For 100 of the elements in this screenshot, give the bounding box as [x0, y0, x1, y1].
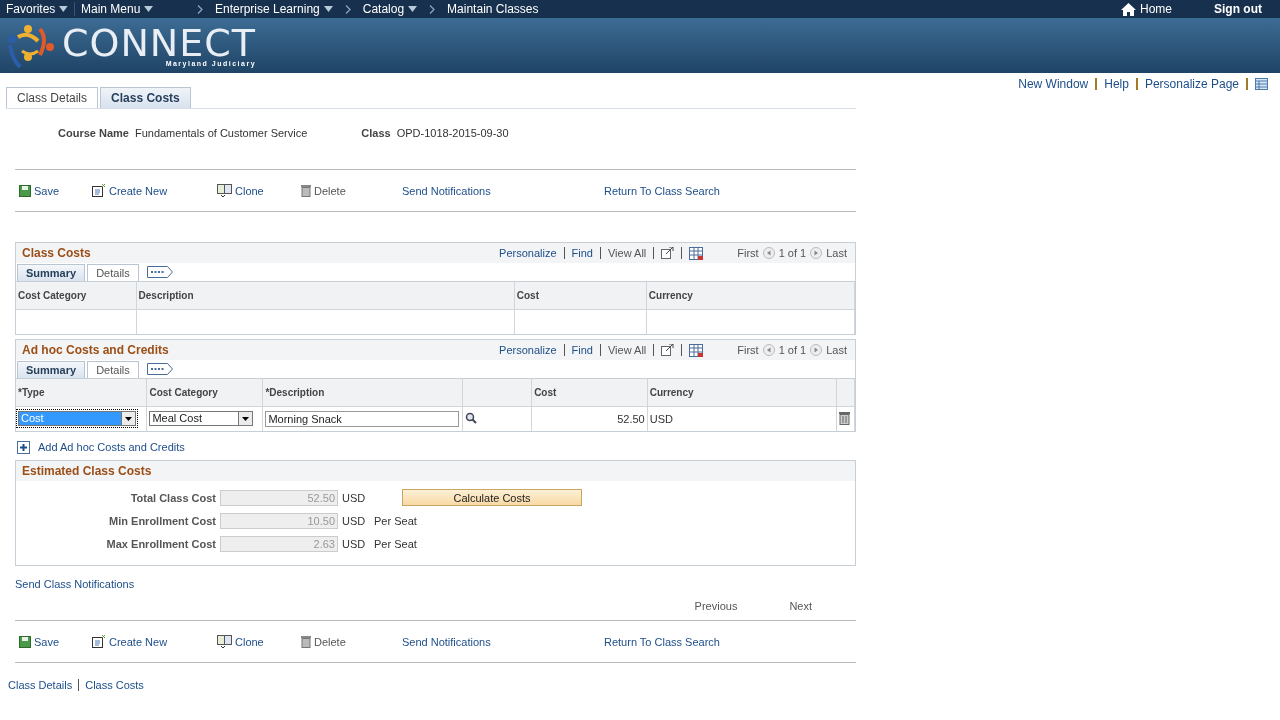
- grid-tab[interactable]: Summary: [17, 360, 86, 378]
- currency-label: USD: [341, 515, 367, 527]
- first-label: First: [737, 344, 759, 356]
- column-header: Cost Category: [146, 379, 263, 406]
- find-link[interactable]: Find: [571, 247, 593, 259]
- readonly-field: 52.50: [220, 489, 338, 506]
- field-label: Max Enrollment Cost: [105, 538, 217, 550]
- clone-button[interactable]: Clone: [217, 635, 301, 648]
- pager-link[interactable]: Previous: [694, 600, 738, 612]
- unit-note: Per Seat: [373, 515, 418, 527]
- page-link[interactable]: Help: [1104, 77, 1129, 91]
- column-header: Cost: [514, 282, 647, 309]
- table-cell-text: 52.50: [617, 412, 645, 425]
- nav-menu[interactable]: Favorites: [0, 2, 75, 16]
- grid-tab[interactable]: Details: [87, 360, 139, 378]
- search-icon[interactable]: [465, 411, 478, 424]
- add-row-link[interactable]: Add Ad hoc Costs and Credits: [38, 441, 185, 453]
- footer-link[interactable]: Class Details: [8, 679, 73, 691]
- chevron-icon: [344, 4, 351, 14]
- column-header: Cost: [531, 379, 648, 406]
- toolbar-link[interactable]: Return To Class Search: [604, 635, 744, 648]
- table-cell-text: USD: [649, 412, 673, 425]
- show-all-columns-icon[interactable]: [146, 363, 173, 375]
- breadcrumb[interactable]: Maintain Classes: [447, 2, 539, 16]
- sign-out-link[interactable]: Sign out: [1208, 2, 1268, 16]
- dropdown-field[interactable]: Meal Cost: [149, 411, 254, 427]
- caret-icon: [144, 6, 154, 12]
- toolbar-link[interactable]: Return To Class Search: [604, 184, 744, 197]
- save-button[interactable]: Save: [19, 635, 92, 648]
- field-value: Fundamentals of Customer Service: [134, 127, 308, 141]
- spreadsheet-icon[interactable]: [689, 246, 704, 260]
- column-header: *Type: [16, 379, 147, 406]
- calculate-costs-button[interactable]: Calculate Costs: [402, 489, 582, 506]
- currency-label: USD: [341, 491, 367, 504]
- trash-can-icon: [301, 635, 311, 648]
- trash-can-icon: [301, 184, 311, 197]
- column-header: *Description: [262, 379, 463, 406]
- grid-tab[interactable]: Details: [87, 263, 139, 281]
- chevron-icon: [197, 4, 203, 14]
- find-link[interactable]: Find: [571, 344, 593, 356]
- table-icon[interactable]: [1255, 78, 1268, 90]
- pager-link[interactable]: Next: [789, 600, 812, 612]
- new-document-icon: [92, 635, 106, 648]
- grid-title: Ad hoc Costs and Credits: [22, 343, 169, 357]
- row-count: 1 of 1: [778, 344, 807, 356]
- dropdown-arrow-icon: [125, 416, 132, 421]
- toolbar-link[interactable]: Send Notifications: [402, 184, 604, 197]
- caret-icon: [59, 6, 68, 12]
- logo-wordmark: CONNECT: [62, 24, 257, 62]
- page-tab[interactable]: Class Costs: [100, 87, 191, 108]
- delete-button[interactable]: Delete: [301, 184, 402, 197]
- spreadsheet-icon[interactable]: [689, 343, 704, 357]
- column-header: Description: [136, 282, 515, 309]
- home-link[interactable]: Home: [1115, 2, 1178, 16]
- personalize-link[interactable]: Personalize: [499, 344, 557, 356]
- nav-menu[interactable]: Main Menu: [75, 2, 185, 16]
- delete-button[interactable]: Delete: [301, 635, 402, 648]
- field-label: Class: [361, 127, 391, 141]
- show-all-columns-icon[interactable]: [146, 266, 173, 278]
- chevron-icon: [429, 4, 436, 14]
- column-header: Cost Category: [16, 282, 137, 309]
- unit-note: Per Seat: [373, 538, 418, 550]
- currency-label: USD: [341, 538, 367, 550]
- page-link[interactable]: New Window: [1018, 77, 1089, 91]
- last-label: Last: [826, 344, 847, 356]
- column-header: Currency: [646, 282, 855, 309]
- new-window-icon[interactable]: [661, 247, 675, 259]
- page-link[interactable]: Personalize Page: [1144, 77, 1239, 91]
- save-button[interactable]: Save: [19, 184, 92, 197]
- field-value: OPD-1018-2015-09-30: [396, 127, 509, 141]
- field-label: Course Name: [58, 127, 129, 141]
- create-button[interactable]: Create New: [92, 635, 217, 648]
- breadcrumb-menu[interactable]: Catalog: [362, 2, 418, 16]
- first-label: First: [737, 247, 759, 259]
- footer-link[interactable]: Class Costs: [85, 679, 144, 691]
- view-all-link[interactable]: View All: [607, 344, 647, 356]
- copy-pages-icon: [217, 635, 232, 648]
- page-tab[interactable]: Class Details: [6, 87, 99, 108]
- send-notifications-link[interactable]: Send Class Notifications: [15, 578, 135, 590]
- caret-icon: [323, 6, 333, 12]
- new-document-icon: [92, 184, 106, 197]
- row-count: 1 of 1: [778, 247, 807, 259]
- grid-tab[interactable]: Summary: [17, 263, 86, 281]
- create-button[interactable]: Create New: [92, 184, 217, 197]
- description-field[interactable]: Morning Snack: [265, 410, 460, 427]
- dropdown-arrow-icon: [242, 416, 250, 421]
- view-all-link[interactable]: View All: [607, 247, 647, 259]
- last-label: Last: [826, 247, 847, 259]
- plus-icon[interactable]: [17, 440, 30, 454]
- toolbar-link[interactable]: Send Notifications: [402, 635, 604, 648]
- trash-can-icon[interactable]: [838, 410, 850, 425]
- caret-icon: [408, 6, 418, 12]
- personalize-link[interactable]: Personalize: [499, 247, 557, 259]
- grid-title: Class Costs: [22, 246, 91, 260]
- new-window-icon[interactable]: [661, 344, 675, 356]
- copy-pages-icon: [217, 184, 232, 197]
- clone-button[interactable]: Clone: [217, 184, 301, 197]
- breadcrumb-menu[interactable]: Enterprise Learning: [215, 2, 333, 16]
- readonly-field: 10.50: [220, 513, 338, 529]
- field-label: Min Enrollment Cost: [108, 515, 217, 527]
